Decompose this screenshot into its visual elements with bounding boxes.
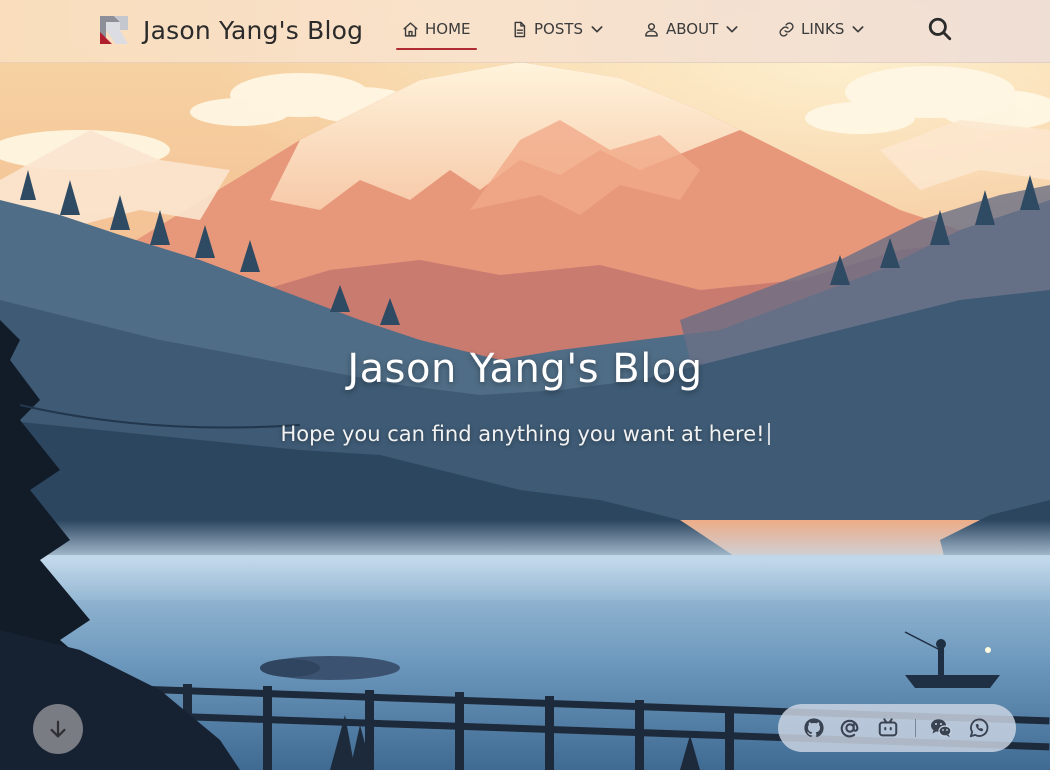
- hero-subtitle: Hope you can find anything you want at h…: [280, 422, 765, 446]
- home-icon: [403, 21, 418, 37]
- user-icon: [645, 22, 658, 37]
- top-navbar: Jason Yang's Blog HOME POSTS ABOUT LINKS: [0, 0, 1050, 63]
- arrow-down-icon: [50, 720, 66, 738]
- file-icon: [514, 21, 526, 37]
- wechat-link[interactable]: [929, 716, 953, 740]
- whatsapp-icon: [969, 718, 989, 738]
- chevron-down-icon: [591, 26, 603, 33]
- search-button[interactable]: [925, 14, 955, 44]
- nav-about-label: ABOUT: [666, 20, 719, 38]
- nav-posts-label: POSTS: [534, 20, 584, 38]
- email-link[interactable]: [838, 716, 862, 740]
- page: Jason Yang's Blog HOME POSTS ABOUT LINKS…: [0, 0, 1050, 770]
- hero-subtitle-wrap: Hope you can find anything you want at h…: [0, 422, 1050, 446]
- link-icon: [779, 21, 794, 37]
- github-link[interactable]: [802, 716, 826, 740]
- site-title: Jason Yang's Blog: [143, 15, 364, 45]
- social-links-bar: [778, 704, 1016, 752]
- nav-home-label: HOME: [425, 20, 471, 38]
- nav-links-label: LINKS: [801, 20, 845, 38]
- brand-link[interactable]: Jason Yang's Blog: [98, 12, 363, 48]
- chevron-down-icon: [726, 26, 738, 33]
- social-divider: [915, 719, 916, 737]
- bilibili-link[interactable]: [876, 716, 900, 740]
- hero-title: Jason Yang's Blog: [347, 346, 703, 392]
- at-email-icon: [840, 719, 859, 738]
- bilibili-icon: [878, 718, 898, 737]
- scroll-down-button[interactable]: [33, 704, 83, 754]
- nav-about[interactable]: ABOUT: [643, 14, 740, 44]
- wechat-icon: [931, 719, 952, 737]
- whatsapp-link[interactable]: [967, 716, 991, 740]
- nav-posts[interactable]: POSTS: [511, 14, 605, 44]
- nav-links[interactable]: LINKS: [778, 14, 866, 44]
- typing-cursor: [767, 423, 770, 445]
- github-icon: [804, 718, 824, 738]
- search-icon: [928, 17, 952, 41]
- site-logo-icon: [100, 16, 128, 44]
- nav-home[interactable]: HOME: [396, 14, 476, 50]
- chevron-down-icon: [852, 26, 864, 33]
